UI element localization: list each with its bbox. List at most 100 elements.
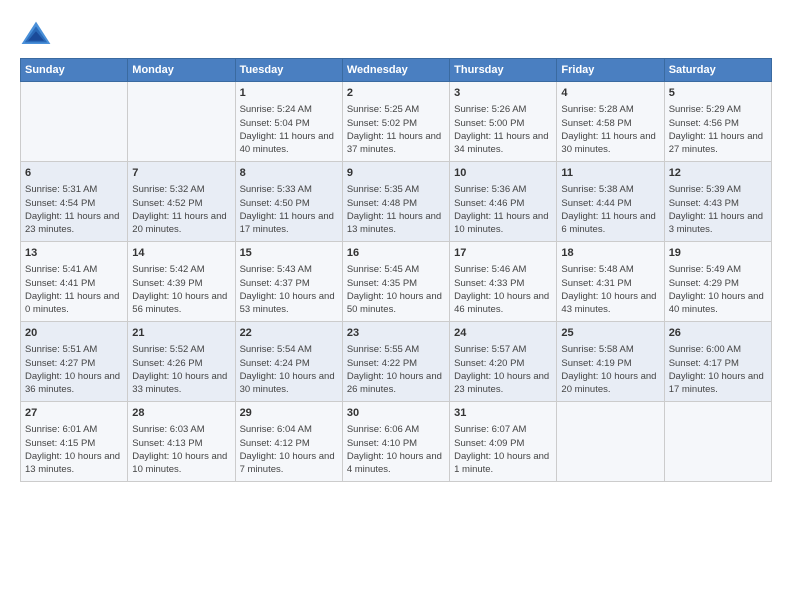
calendar-cell: 28Sunrise: 6:03 AM Sunset: 4:13 PM Dayli… [128, 402, 235, 482]
calendar-cell: 17 Sunrise: 5:46 AM Sunset: 4:33 PM Dayli… [450, 242, 557, 322]
calendar-cell: 8 Sunrise: 5:33 AM Sunset: 4:50 PM Daylig… [235, 162, 342, 242]
day-number: 30 [347, 406, 445, 421]
day-number: 3 [454, 86, 552, 101]
day-info: Sunrise: 5:28 AM Sunset: 4:58 PM Dayligh… [561, 103, 659, 156]
week-row-1: 1 Sunrise: 5:24 AM Sunset: 5:04 PM Daylig… [21, 82, 772, 162]
week-row-5: 27 Sunrise: 6:01 AM Sunset: 4:15 PM Dayli… [21, 402, 772, 482]
day-number: 9 [347, 166, 445, 181]
header-day-wednesday: Wednesday [342, 59, 449, 82]
day-info: Sunrise: 6:01 AM Sunset: 4:15 PM Dayligh… [25, 423, 123, 476]
day-info: Sunrise: 6:07 AM Sunset: 4:09 PM Dayligh… [454, 423, 552, 476]
day-info: Sunrise: 6:06 AM Sunset: 4:10 PM Dayligh… [347, 423, 445, 476]
day-number: 27 [25, 406, 123, 421]
day-info: Sunrise: 5:45 AM Sunset: 4:35 PM Dayligh… [347, 263, 445, 316]
day-number: 22 [240, 326, 338, 341]
calendar-cell: 25 Sunrise: 5:58 AM Sunset: 4:19 PM Dayli… [557, 322, 664, 402]
calendar-cell: 12 Sunrise: 5:39 AM Sunset: 4:43 PM Dayli… [664, 162, 771, 242]
header-day-thursday: Thursday [450, 59, 557, 82]
day-number: 8 [240, 166, 338, 181]
calendar-cell: 29 Sunrise: 6:04 AM Sunset: 4:12 PM Dayli… [235, 402, 342, 482]
logo-icon [20, 20, 52, 48]
calendar-cell: 7 Sunrise: 5:32 AM Sunset: 4:52 PM Daylig… [128, 162, 235, 242]
calendar-cell: 18Sunrise: 5:48 AM Sunset: 4:31 PM Dayli… [557, 242, 664, 322]
week-row-2: 6 Sunrise: 5:31 AM Sunset: 4:54 PM Daylig… [21, 162, 772, 242]
day-number: 4 [561, 86, 659, 101]
day-info: Sunrise: 5:42 AM Sunset: 4:39 PM Dayligh… [132, 263, 230, 316]
day-info: Sunrise: 6:00 AM Sunset: 4:17 PM Dayligh… [669, 343, 767, 396]
calendar-cell: 10Sunrise: 5:36 AM Sunset: 4:46 PM Dayli… [450, 162, 557, 242]
logo [20, 20, 56, 48]
calendar-cell: 11 Sunrise: 5:38 AM Sunset: 4:44 PM Dayli… [557, 162, 664, 242]
calendar-cell: 21Sunrise: 5:52 AM Sunset: 4:26 PM Dayli… [128, 322, 235, 402]
day-info: Sunrise: 5:58 AM Sunset: 4:19 PM Dayligh… [561, 343, 659, 396]
calendar-cell: 15 Sunrise: 5:43 AM Sunset: 4:37 PM Dayli… [235, 242, 342, 322]
header-day-monday: Monday [128, 59, 235, 82]
day-info: Sunrise: 5:54 AM Sunset: 4:24 PM Dayligh… [240, 343, 338, 396]
day-info: Sunrise: 5:32 AM Sunset: 4:52 PM Dayligh… [132, 183, 230, 236]
header-row: SundayMondayTuesdayWednesdayThursdayFrid… [21, 59, 772, 82]
calendar-header: SundayMondayTuesdayWednesdayThursdayFrid… [21, 59, 772, 82]
day-info: Sunrise: 5:33 AM Sunset: 4:50 PM Dayligh… [240, 183, 338, 236]
week-row-3: 13Sunrise: 5:41 AM Sunset: 4:41 PM Dayli… [21, 242, 772, 322]
calendar-cell: 31 Sunrise: 6:07 AM Sunset: 4:09 PM Dayli… [450, 402, 557, 482]
day-number: 7 [132, 166, 230, 181]
calendar-cell: 24 Sunrise: 5:57 AM Sunset: 4:20 PM Dayli… [450, 322, 557, 402]
calendar-cell: 26 Sunrise: 6:00 AM Sunset: 4:17 PM Dayli… [664, 322, 771, 402]
day-number: 28 [132, 406, 230, 421]
day-info: Sunrise: 5:48 AM Sunset: 4:31 PM Dayligh… [561, 263, 659, 316]
calendar-cell: 3Sunrise: 5:26 AM Sunset: 5:00 PM Daylig… [450, 82, 557, 162]
day-number: 14 [132, 246, 230, 261]
day-info: Sunrise: 5:57 AM Sunset: 4:20 PM Dayligh… [454, 343, 552, 396]
day-number: 6 [25, 166, 123, 181]
calendar-table: SundayMondayTuesdayWednesdayThursdayFrid… [20, 58, 772, 482]
day-info: Sunrise: 5:49 AM Sunset: 4:29 PM Dayligh… [669, 263, 767, 316]
day-info: Sunrise: 6:04 AM Sunset: 4:12 PM Dayligh… [240, 423, 338, 476]
day-info: Sunrise: 5:39 AM Sunset: 4:43 PM Dayligh… [669, 183, 767, 236]
day-number: 11 [561, 166, 659, 181]
calendar-cell: 22 Sunrise: 5:54 AM Sunset: 4:24 PM Dayli… [235, 322, 342, 402]
calendar-cell: 27 Sunrise: 6:01 AM Sunset: 4:15 PM Dayli… [21, 402, 128, 482]
day-number: 15 [240, 246, 338, 261]
calendar-cell: 19 Sunrise: 5:49 AM Sunset: 4:29 PM Dayli… [664, 242, 771, 322]
day-number: 19 [669, 246, 767, 261]
calendar-cell [128, 82, 235, 162]
header-day-friday: Friday [557, 59, 664, 82]
day-info: Sunrise: 5:38 AM Sunset: 4:44 PM Dayligh… [561, 183, 659, 236]
day-number: 31 [454, 406, 552, 421]
header-day-tuesday: Tuesday [235, 59, 342, 82]
day-info: Sunrise: 5:41 AM Sunset: 4:41 PM Dayligh… [25, 263, 123, 316]
day-number: 24 [454, 326, 552, 341]
calendar-cell: 2Sunrise: 5:25 AM Sunset: 5:02 PM Daylig… [342, 82, 449, 162]
day-info: Sunrise: 5:24 AM Sunset: 5:04 PM Dayligh… [240, 103, 338, 156]
day-info: Sunrise: 5:46 AM Sunset: 4:33 PM Dayligh… [454, 263, 552, 316]
calendar-cell [21, 82, 128, 162]
day-info: Sunrise: 5:31 AM Sunset: 4:54 PM Dayligh… [25, 183, 123, 236]
day-number: 26 [669, 326, 767, 341]
calendar-cell: 16Sunrise: 5:45 AM Sunset: 4:35 PM Dayli… [342, 242, 449, 322]
header-day-sunday: Sunday [21, 59, 128, 82]
calendar-cell: 4 Sunrise: 5:28 AM Sunset: 4:58 PM Daylig… [557, 82, 664, 162]
calendar-cell [557, 402, 664, 482]
calendar-cell: 13Sunrise: 5:41 AM Sunset: 4:41 PM Dayli… [21, 242, 128, 322]
calendar-cell: 30 Sunrise: 6:06 AM Sunset: 4:10 PM Dayli… [342, 402, 449, 482]
calendar-cell: 5Sunrise: 5:29 AM Sunset: 4:56 PM Daylig… [664, 82, 771, 162]
day-number: 12 [669, 166, 767, 181]
day-number: 23 [347, 326, 445, 341]
day-info: Sunrise: 5:55 AM Sunset: 4:22 PM Dayligh… [347, 343, 445, 396]
calendar-body: 1 Sunrise: 5:24 AM Sunset: 5:04 PM Daylig… [21, 82, 772, 482]
calendar-cell: 23 Sunrise: 5:55 AM Sunset: 4:22 PM Dayli… [342, 322, 449, 402]
calendar-cell: 9Sunrise: 5:35 AM Sunset: 4:48 PM Daylig… [342, 162, 449, 242]
header [20, 20, 772, 48]
calendar-cell [664, 402, 771, 482]
day-number: 20 [25, 326, 123, 341]
day-number: 10 [454, 166, 552, 181]
day-info: Sunrise: 5:43 AM Sunset: 4:37 PM Dayligh… [240, 263, 338, 316]
day-number: 25 [561, 326, 659, 341]
day-info: Sunrise: 5:52 AM Sunset: 4:26 PM Dayligh… [132, 343, 230, 396]
calendar-cell: 14 Sunrise: 5:42 AM Sunset: 4:39 PM Dayli… [128, 242, 235, 322]
day-number: 17 [454, 246, 552, 261]
day-number: 29 [240, 406, 338, 421]
day-number: 2 [347, 86, 445, 101]
day-number: 1 [240, 86, 338, 101]
day-info: Sunrise: 5:51 AM Sunset: 4:27 PM Dayligh… [25, 343, 123, 396]
